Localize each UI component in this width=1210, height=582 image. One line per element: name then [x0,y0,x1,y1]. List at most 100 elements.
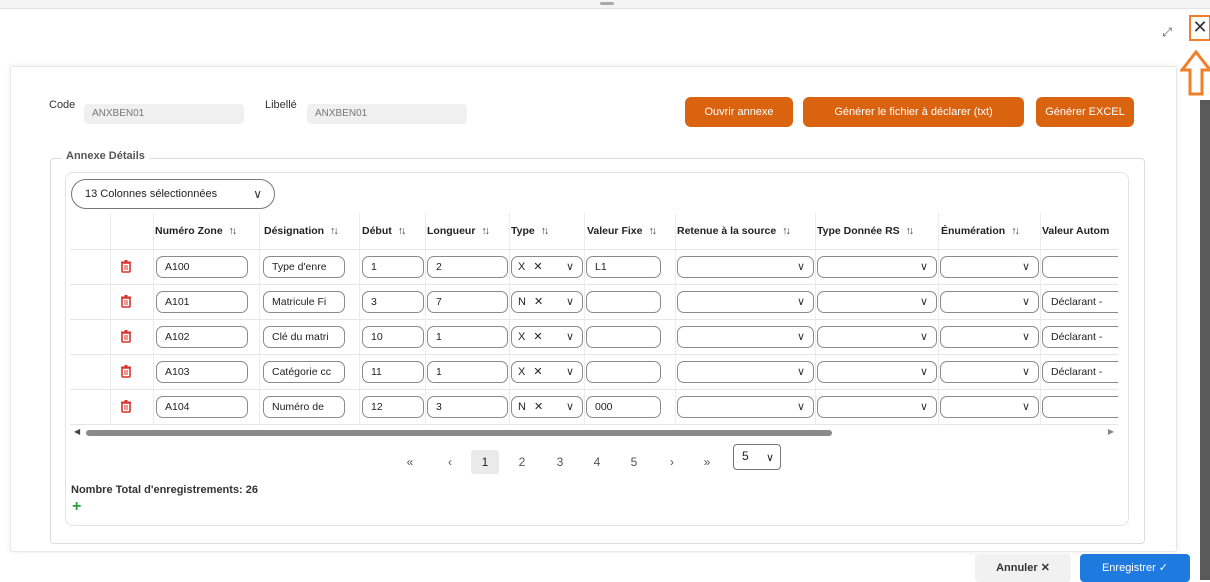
page-size-select[interactable]: 5 ∨ [733,444,781,470]
retenue-source-select[interactable]: ∨ [677,361,814,383]
first-page-button[interactable]: « [400,450,420,474]
zone-input[interactable]: A101 [156,291,248,313]
valeur-auto-input[interactable] [1042,256,1118,278]
clear-icon[interactable]: ✕ [533,261,542,273]
valeur-auto-input[interactable]: Déclarant - [1042,361,1118,383]
retenue-source-select[interactable]: ∨ [677,396,814,418]
clear-icon[interactable]: ✕ [533,366,542,378]
prev-page-button[interactable]: ‹ [440,450,460,474]
scrollbar-thumb[interactable] [86,430,832,436]
retenue-source-select[interactable]: ∨ [677,256,814,278]
page-1-button[interactable]: 1 [471,450,499,474]
debut-input[interactable]: 3 [362,291,424,313]
type-donnee-rs-select[interactable]: ∨ [817,256,937,278]
sort-icon[interactable]: ↑↓ [648,225,656,237]
zone-input[interactable]: A102 [156,326,248,348]
type-donnee-rs-select[interactable]: ∨ [817,326,937,348]
longueur-input[interactable]: 2 [427,256,508,278]
enumeration-select[interactable]: ∨ [940,326,1039,348]
retenue-source-select[interactable]: ∨ [677,291,814,313]
expand-icon[interactable]: ⤢ [1160,25,1174,39]
delete-row-icon[interactable] [120,400,132,413]
type-select[interactable]: X ✕ ∨ [511,256,583,278]
sort-icon[interactable]: ↑↓ [782,225,790,237]
longueur-input[interactable]: 3 [427,396,508,418]
zone-input[interactable]: A100 [156,256,248,278]
delete-row-icon[interactable] [120,365,132,378]
debut-input[interactable]: 1 [362,256,424,278]
delete-row-icon[interactable] [120,260,132,273]
header-designation[interactable]: Désignation ↑↓ [264,213,338,249]
enumeration-select[interactable]: ∨ [940,396,1039,418]
enumeration-select[interactable]: ∨ [940,256,1039,278]
close-button[interactable]: ✕ [1189,15,1210,41]
zone-input[interactable]: A103 [156,361,248,383]
valeur-fixe-input[interactable]: L1 [586,256,661,278]
longueur-input[interactable]: 7 [427,291,508,313]
header-type-donnee-rs[interactable]: Type Donnée RS ↑↓ [817,213,914,249]
type-donnee-rs-select[interactable]: ∨ [817,291,937,313]
sort-icon[interactable]: ↑↓ [541,225,549,237]
valeur-fixe-input[interactable] [586,361,661,383]
designation-input[interactable]: Type d'enre [263,256,345,278]
clear-icon[interactable]: ✕ [534,401,543,413]
add-row-icon[interactable]: + [72,498,81,516]
save-button[interactable]: Enregistrer ✓ [1080,554,1190,582]
header-enumeration[interactable]: Énumération ↑↓ [941,213,1020,249]
valeur-fixe-input[interactable] [586,291,661,313]
open-annex-button[interactable]: Ouvrir annexe [685,97,793,127]
retenue-source-select[interactable]: ∨ [677,326,814,348]
page-5-button[interactable]: 5 [622,450,646,474]
valeur-auto-input[interactable]: Déclarant - [1042,291,1118,313]
type-select[interactable]: X ✕ ∨ [511,361,583,383]
valeur-auto-input[interactable] [1042,396,1118,418]
debut-input[interactable]: 12 [362,396,424,418]
header-retenue-source[interactable]: Retenue à la source ↑↓ [677,213,791,249]
sort-icon[interactable]: ↑↓ [481,225,489,237]
designation-input[interactable]: Catégorie cc [263,361,345,383]
sort-icon[interactable]: ↑↓ [229,225,237,237]
generate-txt-button[interactable]: Générer le fichier à déclarer (txt) [803,97,1024,127]
header-valeur-auto[interactable]: Valeur Autom [1042,213,1109,249]
header-debut[interactable]: Début ↑↓ [362,213,406,249]
header-longueur[interactable]: Longueur ↑↓ [427,213,490,249]
header-valeur-fixe[interactable]: Valeur Fixe ↑↓ [587,213,657,249]
last-page-button[interactable]: » [697,450,717,474]
clear-icon[interactable]: ✕ [534,296,543,308]
type-select[interactable]: N ✕ ∨ [511,396,583,418]
delete-row-icon[interactable] [120,295,132,308]
generate-excel-button[interactable]: Générer EXCEL [1036,97,1134,127]
header-numero-zone[interactable]: Numéro Zone ↑↓ [155,213,237,249]
scroll-left-icon[interactable]: ◀ [74,427,80,436]
horizontal-scrollbar[interactable]: ◀ ▶ [70,427,1118,438]
valeur-fixe-input[interactable]: 000 [586,396,661,418]
type-donnee-rs-select[interactable]: ∨ [817,396,937,418]
sort-icon[interactable]: ↑↓ [330,225,338,237]
header-type[interactable]: Type ↑↓ [511,213,549,249]
debut-input[interactable]: 11 [362,361,424,383]
page-4-button[interactable]: 4 [585,450,609,474]
column-selector[interactable]: 13 Colonnes sélectionnées ∨ [71,179,275,209]
cancel-button[interactable]: Annuler ✕ [975,554,1071,582]
type-donnee-rs-select[interactable]: ∨ [817,361,937,383]
clear-icon[interactable]: ✕ [533,331,542,343]
valeur-auto-input[interactable]: Déclarant - [1042,326,1118,348]
page-2-button[interactable]: 2 [510,450,534,474]
next-page-button[interactable]: › [662,450,682,474]
scroll-right-icon[interactable]: ▶ [1108,427,1114,436]
longueur-input[interactable]: 1 [427,361,508,383]
designation-input[interactable]: Matricule Fi [263,291,345,313]
valeur-fixe-input[interactable] [586,326,661,348]
designation-input[interactable]: Clé du matri [263,326,345,348]
sort-icon[interactable]: ↑↓ [906,225,914,237]
enumeration-select[interactable]: ∨ [940,291,1039,313]
page-3-button[interactable]: 3 [548,450,572,474]
delete-row-icon[interactable] [120,330,132,343]
type-select[interactable]: N ✕ ∨ [511,291,583,313]
zone-input[interactable]: A104 [156,396,248,418]
longueur-input[interactable]: 1 [427,326,508,348]
designation-input[interactable]: Numéro de [263,396,345,418]
debut-input[interactable]: 10 [362,326,424,348]
type-select[interactable]: X ✕ ∨ [511,326,583,348]
sort-icon[interactable]: ↑↓ [1011,225,1019,237]
